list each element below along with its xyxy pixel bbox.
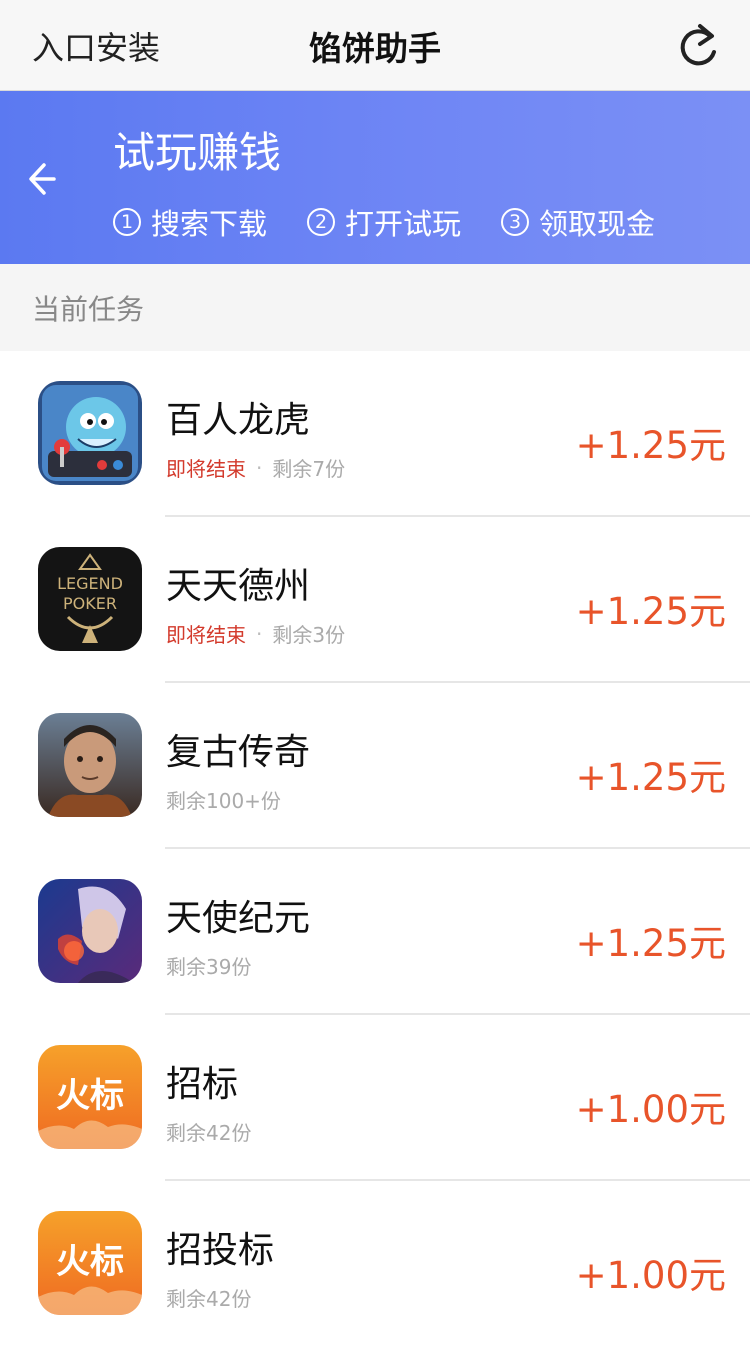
- banner-title: 试玩赚钱: [113, 128, 282, 177]
- huobiao-text: 火标: [56, 1242, 124, 1282]
- step-2-label: 打开试玩: [345, 207, 462, 241]
- remaining-count: 剩余100+份: [166, 789, 281, 813]
- step-1-label: 搜索下载: [151, 207, 268, 241]
- remaining-count: 剩余3份: [272, 623, 346, 647]
- task-item[interactable]: 火标 招标 剩余42份 +1.00元: [0, 1015, 750, 1181]
- remaining-count: 剩余7份: [272, 457, 346, 481]
- app-name: 招投标: [166, 1230, 275, 1271]
- legend-text: LEGEND: [57, 574, 123, 593]
- huobiao-app-icon: 火标: [38, 1045, 142, 1149]
- app-name: 复古传奇: [166, 732, 311, 773]
- app-meta: 剩余100+份: [166, 785, 281, 814]
- retro-legend-game-icon: [38, 713, 142, 817]
- remaining-count: 剩余39份: [166, 955, 252, 979]
- app-meta: 即将结束 · 剩余7份: [166, 453, 345, 482]
- shark-game-icon: [38, 381, 142, 485]
- reward-amount: +1.00元: [575, 1088, 726, 1131]
- app-name: 招标: [166, 1064, 239, 1105]
- ending-badge: 即将结束: [166, 623, 246, 647]
- task-item[interactable]: 火标 招投标 剩余42份 +1.00元: [0, 1181, 750, 1347]
- back-arrow-icon[interactable]: [28, 159, 58, 203]
- steps-row: 1 搜索下载 2 打开试玩 3 领取现金: [113, 201, 695, 243]
- reward-amount: +1.25元: [575, 922, 726, 965]
- task-item[interactable]: 天使纪元 剩余39份 +1.25元: [0, 849, 750, 1015]
- app-meta: 剩余42份: [166, 1117, 251, 1146]
- legend-poker-icon: LEGEND POKER: [38, 547, 142, 651]
- app-name: 百人龙虎: [166, 400, 311, 441]
- ending-badge: 即将结束: [166, 457, 246, 481]
- huobiao-app-icon: 火标: [38, 1211, 142, 1315]
- meta-separator: ·: [256, 621, 263, 646]
- step-3-number: 3: [501, 208, 530, 236]
- task-item[interactable]: LEGEND POKER 天天德州 即将结束 · 剩余3份 +1.25元: [0, 517, 750, 683]
- app-name: 天天德州: [166, 566, 311, 607]
- step-2-number: 2: [307, 208, 336, 236]
- reward-amount: +1.25元: [575, 590, 726, 633]
- remaining-count: 剩余42份: [166, 1121, 252, 1145]
- refresh-icon[interactable]: [676, 22, 720, 70]
- task-list: 百人龙虎 即将结束 · 剩余7份 +1.25元 LEGEND POKER 天天德…: [0, 351, 750, 1347]
- nav-bar: 入口安装 馅饼助手: [0, 0, 750, 91]
- reward-amount: +1.25元: [575, 756, 726, 799]
- step-3-label: 领取现金: [539, 207, 656, 241]
- trial-banner: 试玩赚钱 1 搜索下载 2 打开试玩 3 领取现金: [0, 91, 750, 264]
- remaining-count: 剩余42份: [166, 1287, 252, 1311]
- reward-amount: +1.25元: [575, 424, 726, 467]
- huobiao-text: 火标: [56, 1076, 124, 1116]
- page-title: 馅饼助手: [309, 28, 441, 68]
- reward-amount: +1.00元: [575, 1254, 726, 1297]
- app-meta: 剩余42份: [166, 1283, 251, 1312]
- section-header: 当前任务: [0, 264, 750, 351]
- task-item[interactable]: 复古传奇 剩余100+份 +1.25元: [0, 683, 750, 849]
- step-2: 2 打开试玩: [307, 201, 461, 243]
- step-3: 3 领取现金: [501, 201, 655, 243]
- app-meta: 即将结束 · 剩余3份: [166, 619, 345, 648]
- app-meta: 剩余39份: [166, 951, 251, 980]
- poker-text: POKER: [63, 594, 117, 613]
- angel-era-game-icon: [38, 879, 142, 983]
- step-1: 1 搜索下载: [113, 201, 267, 243]
- app-name: 天使纪元: [166, 898, 311, 939]
- step-1-number: 1: [113, 208, 141, 236]
- meta-separator: ·: [256, 455, 263, 480]
- task-item[interactable]: 百人龙虎 即将结束 · 剩余7份 +1.25元: [0, 351, 750, 517]
